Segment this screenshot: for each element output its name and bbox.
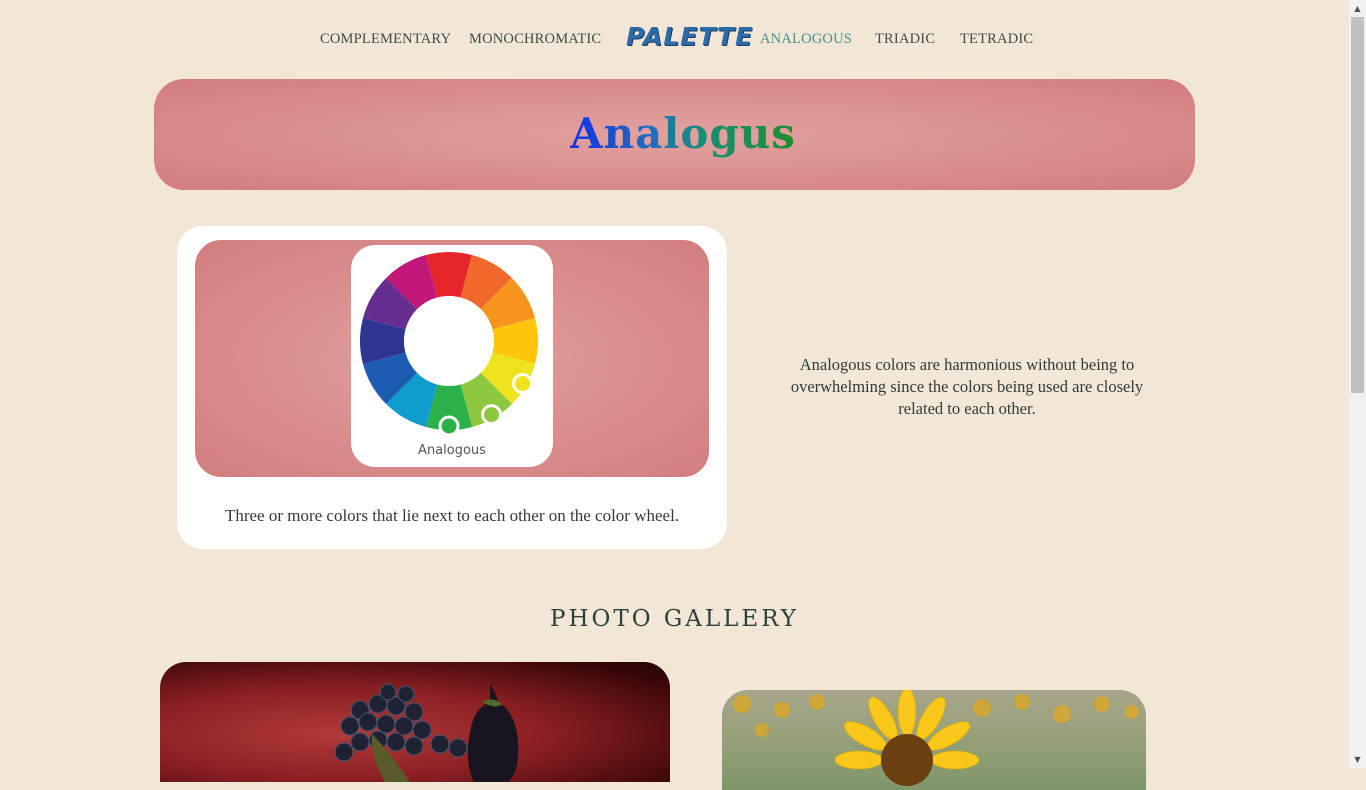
scroll-up-arrow-icon[interactable]: ▲ <box>1349 0 1366 17</box>
scheme-description: Analogous colors are harmonious without … <box>790 355 1144 418</box>
color-wheel-panel: Analogous <box>351 245 553 467</box>
nav-link-monochromatic[interactable]: MONOCHROMATIC <box>469 31 601 48</box>
gallery-photo-sunflowers[interactable] <box>722 690 1146 790</box>
sunflowers-illustration <box>733 690 1139 786</box>
gallery-heading: PHOTO GALLERY <box>549 606 799 632</box>
nav-link-complementary[interactable]: COMPLEMENTARY <box>320 31 451 48</box>
scrollbar-thumb[interactable] <box>1351 17 1364 393</box>
gallery-photo-grapes-eggplant[interactable] <box>160 662 670 782</box>
scheme-card: Analogous Three or more colors that lie … <box>177 226 727 549</box>
nav-link-analogous[interactable]: ANALOGOUS <box>760 31 852 48</box>
scheme-card-image-area: Analogous <box>195 240 709 477</box>
scroll-down-arrow-icon[interactable]: ▼ <box>1349 751 1366 768</box>
color-wheel-marker <box>438 415 460 437</box>
page-title: Analogus <box>570 109 796 158</box>
nav-link-tetradic[interactable]: TETRADIC <box>960 31 1033 48</box>
top-nav: COMPLEMENTARY MONOCHROMATIC PALETTE ANAL… <box>0 0 1349 78</box>
grapes-eggplant-illustration <box>334 683 519 782</box>
color-wheel-label: Analogous <box>418 443 486 458</box>
palette-logo[interactable]: PALETTE <box>626 22 753 51</box>
color-wheel <box>360 252 538 437</box>
color-wheel-marker <box>481 404 502 426</box>
scheme-caption: Three or more colors that lie next to ea… <box>224 506 680 525</box>
page-scrollbar[interactable]: ▲ ▼ <box>1349 0 1366 768</box>
color-wheel-center <box>404 296 494 386</box>
color-wheel-marker <box>512 373 534 394</box>
nav-link-triadic[interactable]: TRIADIC <box>875 31 935 48</box>
